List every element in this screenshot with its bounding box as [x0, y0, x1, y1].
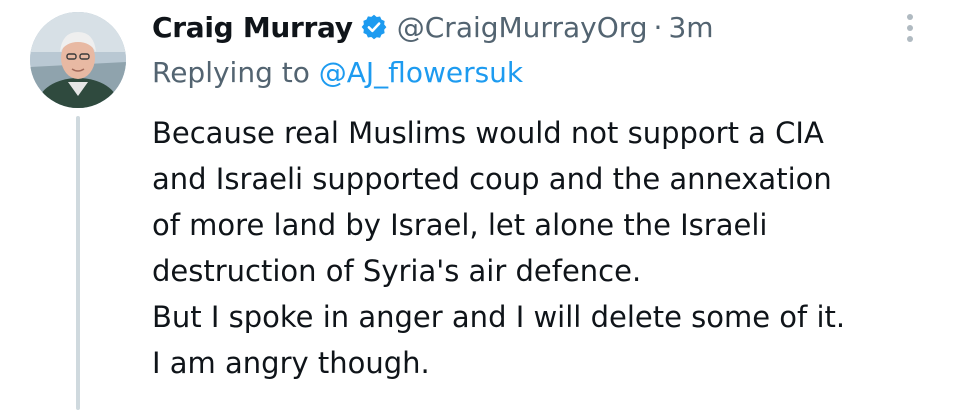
- tweet-text-line: of more land by Israel, let alone the Is…: [152, 208, 768, 242]
- author-display-name[interactable]: Craig Murray: [152, 11, 353, 44]
- verified-badge-icon: [360, 13, 388, 41]
- tweet: Craig Murray @CraigMurrayOrg · 3m Replyi…: [0, 0, 958, 410]
- avatar[interactable]: [30, 12, 126, 108]
- tweet-text-line: and Israeli supported coup and the annex…: [152, 162, 832, 196]
- author-handle[interactable]: @CraigMurrayOrg: [397, 11, 648, 44]
- avatar-image: [30, 12, 126, 108]
- tweet-text-line: destruction of Syria's air defence.: [152, 254, 642, 288]
- tweet-text-line: I am angry though.: [152, 346, 430, 380]
- tweet-body: Because real Muslims would not support a…: [152, 110, 942, 386]
- tweet-timestamp[interactable]: 3m: [668, 11, 713, 44]
- tweet-text-line: But I spoke in anger and I will delete s…: [152, 300, 846, 334]
- replying-to-label: Replying to: [152, 56, 319, 89]
- more-options-icon[interactable]: [895, 10, 925, 46]
- tweet-text-line: Because real Muslims would not support a…: [152, 116, 824, 150]
- reply-mention-link[interactable]: @AJ_flowersuk: [319, 56, 523, 89]
- replying-to: Replying to @AJ_flowersuk: [152, 56, 523, 89]
- header-separator: ·: [653, 10, 663, 44]
- tweet-header: Craig Murray @CraigMurrayOrg · 3m: [152, 6, 714, 48]
- thread-connector-line: [76, 116, 80, 410]
